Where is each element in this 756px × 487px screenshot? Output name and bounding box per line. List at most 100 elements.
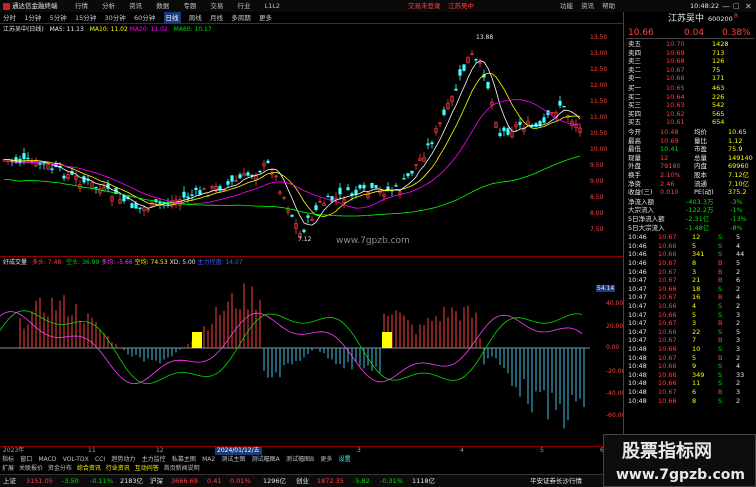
indicator-tab[interactable]: MACD bbox=[39, 456, 57, 464]
bid-row: 买二 10.64 226 bbox=[626, 93, 754, 102]
period-tab[interactable]: 5分钟 bbox=[50, 12, 67, 24]
stat-label: 均价 bbox=[694, 128, 707, 136]
flow-row: 5日大宗流入 -1.48亿 -8% bbox=[626, 224, 754, 233]
watermark-url: www.7gpzb.com bbox=[616, 467, 746, 483]
index-name[interactable]: 沪深 bbox=[150, 475, 163, 487]
candle-body bbox=[158, 201, 162, 204]
info-tab[interactable]: 互动问答 bbox=[135, 465, 159, 472]
chart-watermark: www.7gpzb.com bbox=[336, 236, 410, 246]
indicator-svg bbox=[0, 283, 590, 429]
top-menu-item[interactable]: 数据 bbox=[156, 2, 169, 10]
candle-body bbox=[226, 181, 230, 185]
period-tab[interactable]: 60分钟 bbox=[134, 12, 155, 24]
tick-direction: B bbox=[718, 276, 723, 285]
info-tab[interactable]: 综合资讯 bbox=[77, 465, 101, 472]
top-menu-item[interactable]: 资讯 bbox=[129, 2, 142, 10]
link-function[interactable]: 功能 bbox=[560, 2, 573, 10]
tick-direction: B bbox=[718, 353, 723, 362]
period-tab[interactable]: 15分钟 bbox=[75, 12, 96, 24]
tick-volume: 5 bbox=[692, 241, 697, 250]
tick-volume: 3 bbox=[692, 319, 697, 328]
ask-row: 卖一 10.66 171 bbox=[626, 74, 754, 83]
price-tick: 12.00 bbox=[590, 82, 608, 89]
indicator-tab[interactable]: 指标 bbox=[2, 456, 14, 464]
info-tab[interactable]: 扩展 bbox=[2, 465, 14, 472]
period-tab[interactable]: 周线 bbox=[189, 12, 202, 24]
tick-direction: S bbox=[718, 302, 723, 310]
candle-body bbox=[266, 160, 270, 164]
tick-row: 10:47 10.66 22 S 5 bbox=[626, 328, 754, 337]
indicator-tab[interactable]: 测试幅图B bbox=[286, 456, 314, 464]
tick-time: 10:47 bbox=[628, 336, 647, 345]
tick-price: 10.66 bbox=[658, 302, 677, 310]
candle-body bbox=[14, 157, 18, 163]
index-name[interactable]: 创业 bbox=[296, 475, 309, 487]
info-tab[interactable]: 行业资讯 bbox=[106, 465, 130, 472]
candle-body bbox=[530, 125, 534, 128]
stat-value: 79180 bbox=[660, 162, 681, 171]
indicator-tabs: 指标 窗口 MACD VOL-TDX CCI 趋势动力 主力监控 私募主图 MA… bbox=[0, 455, 623, 463]
candlestick-chart[interactable] bbox=[0, 34, 623, 254]
ask-row: 卖三 10.68 126 bbox=[626, 57, 754, 66]
candle-body bbox=[22, 153, 26, 160]
tick-row: 10:47 10.66 4 S 2 bbox=[626, 302, 754, 311]
indicator-tab[interactable]: 更多 bbox=[320, 456, 332, 464]
index-name[interactable]: 上证 bbox=[3, 475, 16, 487]
indicator-tab[interactable]: 主力监控 bbox=[142, 456, 166, 464]
indicator-tab[interactable]: 设置 bbox=[339, 456, 351, 464]
flow-pct: -13% bbox=[730, 215, 747, 223]
indicator-chart[interactable] bbox=[0, 266, 623, 446]
info-tab[interactable]: 关联报价 bbox=[19, 465, 43, 472]
period-tab[interactable]: 月线 bbox=[210, 12, 223, 24]
bid-row: 买五 10.61 654 bbox=[626, 118, 754, 127]
tick-volume: 22 bbox=[692, 327, 701, 336]
tick-count: 2 bbox=[736, 284, 741, 293]
bid-price: 10.64 bbox=[666, 92, 685, 101]
period-tab[interactable]: 分时 bbox=[3, 12, 16, 24]
tick-volume: 341 bbox=[692, 250, 705, 259]
top-menu-item[interactable]: L1L2 bbox=[265, 2, 281, 10]
bid-volume: 542 bbox=[712, 101, 725, 110]
close-icon[interactable]: ✕ bbox=[745, 1, 752, 12]
bid-label: 买二 bbox=[628, 92, 641, 101]
indicator-tab[interactable]: 私募主图 bbox=[172, 456, 196, 464]
stat-value: 75.9 bbox=[728, 145, 743, 154]
top-menu-item[interactable]: 交易 bbox=[210, 2, 223, 10]
minimize-icon[interactable]: — bbox=[722, 1, 730, 12]
top-menu-item[interactable]: 专题 bbox=[183, 2, 196, 10]
period-tab[interactable]: 1分钟 bbox=[24, 12, 41, 24]
indicator-tab[interactable]: CCI bbox=[95, 456, 105, 464]
period-tab[interactable]: 更多 bbox=[259, 12, 272, 24]
indicator-tab[interactable]: VOL-TDX bbox=[63, 456, 89, 464]
info-tab[interactable]: 资金分布 bbox=[48, 465, 72, 472]
flow-row: 5日净流入额 -2.31亿 -13% bbox=[626, 215, 754, 224]
bid-price: 10.62 bbox=[666, 109, 685, 118]
top-menu-item[interactable]: 分析 bbox=[102, 2, 115, 10]
indicator-tab[interactable]: 趋势动力 bbox=[111, 456, 135, 464]
period-tab-active[interactable]: 日线 bbox=[163, 12, 181, 24]
candle-body bbox=[394, 185, 398, 187]
stat-label: 净资 bbox=[628, 179, 641, 188]
maximize-icon[interactable]: □ bbox=[733, 1, 740, 12]
tick-direction: S bbox=[718, 396, 723, 405]
candle-body bbox=[462, 64, 466, 71]
tick-volume: 5 bbox=[692, 310, 697, 319]
tick-volume: 12 bbox=[692, 233, 701, 242]
info-tab[interactable]: 首页新闻说明 bbox=[164, 465, 200, 472]
top-menu-item[interactable]: 行业 bbox=[237, 2, 250, 10]
stat-row: 换手 2.10% 股本 7.12亿 bbox=[626, 171, 754, 180]
tick-volume: 8 bbox=[692, 259, 697, 267]
indicator-tab[interactable]: 测试主图 bbox=[221, 456, 245, 464]
period-tab[interactable]: 30分钟 bbox=[105, 12, 126, 24]
link-help[interactable]: 帮助 bbox=[602, 2, 615, 10]
ma5-value: MA5: 11.13 bbox=[49, 26, 84, 33]
link-news[interactable]: 资讯 bbox=[581, 2, 594, 10]
top-menu-item[interactable]: 行情 bbox=[75, 2, 88, 10]
indicator-tab[interactable]: MA2 bbox=[202, 456, 215, 464]
tick-price: 10.67 bbox=[658, 319, 677, 328]
period-tab[interactable]: 多周期 bbox=[231, 12, 251, 24]
indicator-tab[interactable]: 测试幅图A bbox=[252, 456, 280, 464]
indicator-tab[interactable]: 窗口 bbox=[20, 456, 32, 464]
indicator-name[interactable]: 好成交量 bbox=[3, 259, 27, 266]
tick-time: 10:48 bbox=[628, 370, 647, 379]
